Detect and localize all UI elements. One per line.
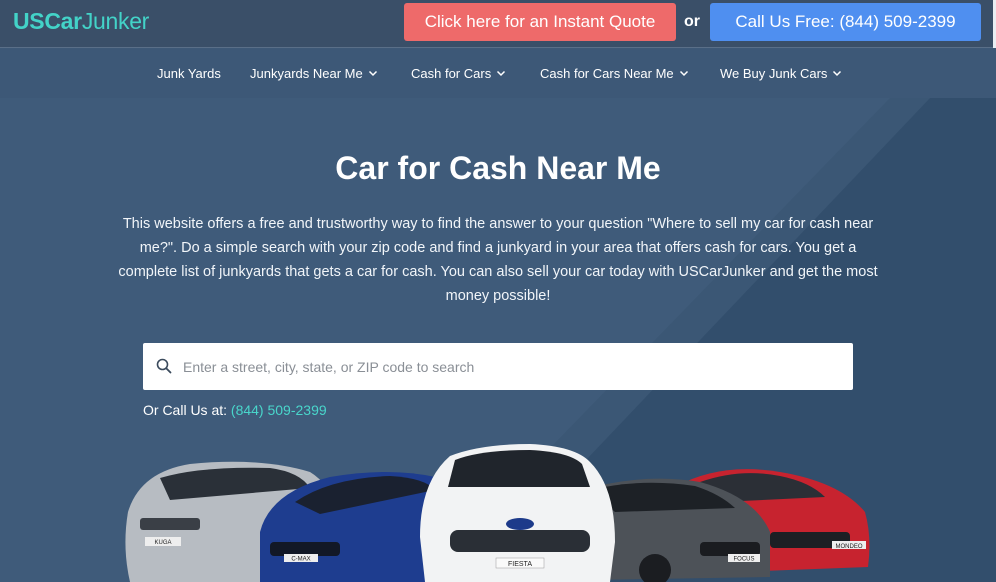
main-nav: Junk Yards Junkyards Near Me Cash for Ca… [0, 49, 996, 98]
nav-item-cash-for-cars-near-me[interactable]: Cash for Cars Near Me [540, 49, 689, 98]
plate-mondeo: MONDEO [836, 544, 863, 550]
top-header: USCarJunker Click here for an Instant Qu… [0, 0, 996, 48]
instant-quote-button[interactable]: Click here for an Instant Quote [404, 3, 676, 41]
search-box [143, 343, 853, 390]
nav-item-label: We Buy Junk Cars [720, 66, 828, 81]
chevron-down-icon [833, 70, 842, 76]
hero-section: Car for Cash Near Me This website offers… [0, 98, 996, 582]
chevron-down-icon [497, 70, 506, 76]
or-label: or [684, 13, 700, 30]
chevron-down-icon [679, 70, 688, 76]
nav-item-junk-yards[interactable]: Junk Yards [157, 49, 221, 98]
nav-item-label: Junk Yards [157, 66, 221, 81]
chevron-down-icon [368, 70, 377, 76]
car-lineup-image: MONDEO FOCUS KUGA C-MAX FIESTA [125, 444, 870, 582]
logo-bold-text: USCar [13, 8, 82, 34]
call-line: Or Call Us at: (844) 509-2399 [143, 401, 327, 419]
nav-item-label: Junkyards Near Me [250, 66, 363, 81]
car-fiesta: FIESTA [420, 444, 615, 582]
plate-kuga: KUGA [154, 540, 171, 546]
site-logo[interactable]: USCarJunker [13, 7, 149, 35]
search-icon [156, 358, 172, 374]
call-prefix: Or Call Us at: [143, 402, 231, 418]
nav-item-cash-for-cars[interactable]: Cash for Cars [411, 49, 506, 98]
search-input[interactable] [183, 343, 843, 390]
nav-item-label: Cash for Cars [411, 66, 492, 81]
nav-item-we-buy-junk-cars[interactable]: We Buy Junk Cars [720, 49, 842, 98]
page-title: Car for Cash Near Me [335, 150, 661, 186]
plate-fiesta: FIESTA [508, 561, 532, 568]
nav-item-junkyards-near-me[interactable]: Junkyards Near Me [250, 49, 378, 98]
plate-focus: FOCUS [734, 557, 755, 563]
nav-item-label: Cash for Cars Near Me [540, 66, 674, 81]
logo-light-text: Junker [81, 8, 150, 34]
call-phone-link[interactable]: (844) 509-2399 [231, 402, 327, 418]
plate-cmax: C-MAX [291, 557, 310, 563]
hero-description: This website offers a free and trustwort… [118, 216, 878, 304]
call-us-button[interactable]: Call Us Free: (844) 509-2399 [710, 3, 981, 41]
